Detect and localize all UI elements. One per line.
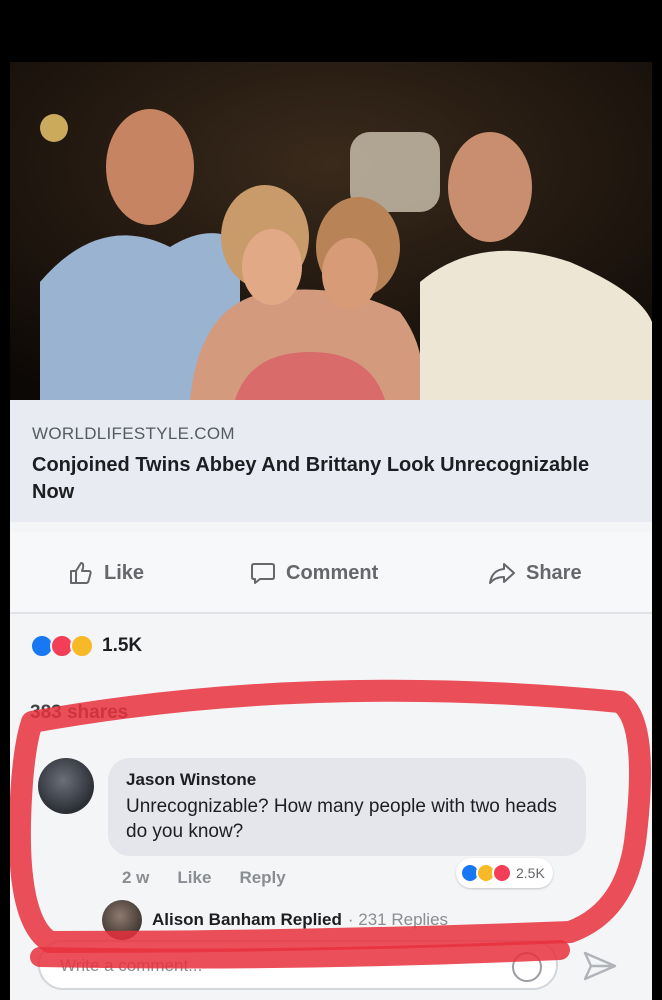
comment-meta: 2 w Like Reply — [122, 868, 314, 888]
like-button[interactable]: Like — [68, 560, 144, 586]
comment-age: 2 w — [122, 868, 150, 887]
wow-reaction-icon — [70, 634, 94, 658]
comment-reaction-summary[interactable]: 2.5K — [456, 858, 553, 888]
share-count[interactable]: 383 shares — [30, 702, 128, 724]
replier-action: Alison Banham Replied — [152, 910, 342, 929]
comment-button[interactable]: Comment — [250, 560, 378, 586]
thumbs-up-icon — [70, 562, 92, 584]
comment-text: Unrecognizable? How many people with two… — [126, 796, 557, 842]
comment-bubble: Jason Winstone Unrecognizable? How many … — [108, 758, 586, 856]
share-arrow-icon — [489, 563, 515, 584]
share-label: Share — [526, 561, 582, 584]
replier-avatar — [102, 900, 142, 940]
link-domain: WORLDLIFESTYLE.COM — [32, 424, 235, 443]
send-icon[interactable] — [582, 950, 618, 982]
composer-placeholder: Write a comment... — [60, 956, 203, 975]
post-card: WORLDLIFESTYLE.COM Conjoined Twins Abbey… — [10, 62, 652, 1000]
comment-label: Comment — [286, 561, 379, 584]
reply-count: · 231 Replies — [347, 910, 449, 929]
comment-like-link[interactable]: Like — [177, 868, 211, 888]
comment-icon — [251, 563, 275, 584]
comment-composer[interactable]: Write a comment... — [38, 940, 558, 990]
post-photo[interactable] — [10, 62, 652, 400]
link-preview[interactable]: WORLDLIFESTYLE.COM Conjoined Twins Abbey… — [10, 400, 652, 522]
comment-author[interactable]: Jason Winstone — [126, 770, 256, 790]
post-photo-image — [10, 62, 652, 400]
love-reaction-icon — [492, 863, 512, 883]
comment-reply-link[interactable]: Reply — [239, 868, 285, 888]
replies-summary[interactable]: Alison Banham Replied · 231 Replies — [102, 900, 448, 940]
post-action-bar: Like Comment Share — [10, 532, 652, 614]
share-button[interactable]: Share — [488, 560, 582, 586]
commenter-avatar[interactable] — [38, 758, 94, 814]
comment-reaction-count: 2.5K — [516, 865, 545, 881]
emoji-icon[interactable] — [512, 952, 542, 982]
reaction-count: 1.5K — [102, 635, 143, 656]
reaction-summary[interactable]: 1.5K — [30, 634, 142, 658]
like-label: Like — [104, 561, 145, 584]
link-headline[interactable]: Conjoined Twins Abbey And Brittany Look … — [32, 452, 592, 506]
